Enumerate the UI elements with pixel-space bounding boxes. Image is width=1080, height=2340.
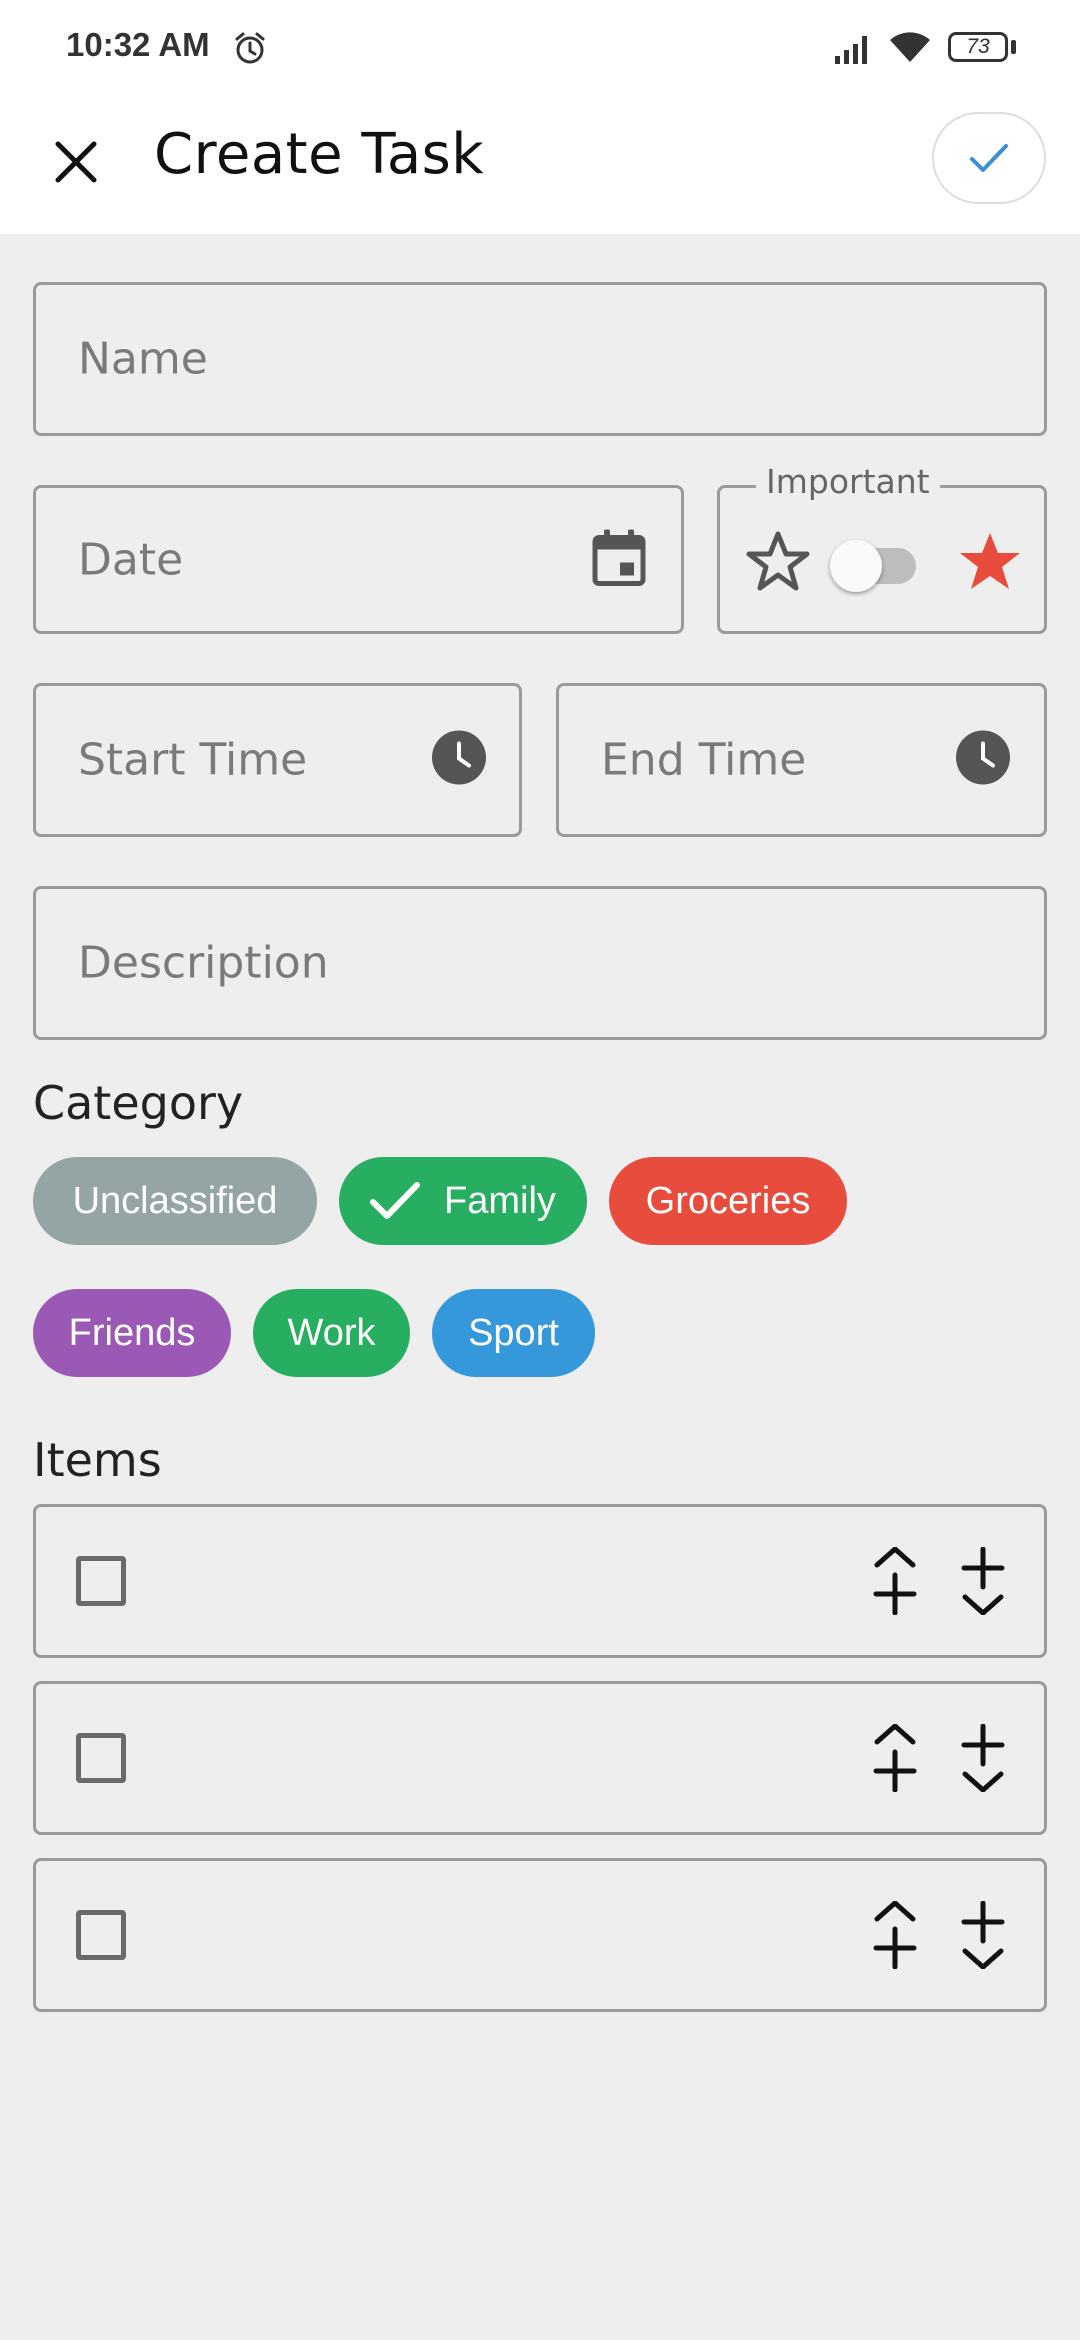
name-field[interactable]: Name	[33, 282, 1047, 436]
item-checkbox[interactable]	[76, 1733, 126, 1783]
star-outline-icon	[746, 530, 810, 597]
chip-unclassified[interactable]: Unclassified	[33, 1157, 317, 1245]
chip-label: Groceries	[645, 1179, 811, 1222]
start-time-field[interactable]: Start Time	[33, 683, 522, 837]
star-filled-icon	[958, 530, 1022, 597]
important-label: Important	[756, 462, 940, 501]
insert-below-icon[interactable]	[960, 1900, 1006, 1974]
important-field: Important	[717, 462, 1047, 634]
close-button[interactable]	[44, 130, 108, 194]
category-label: Category	[33, 1076, 244, 1130]
insert-below-icon[interactable]	[960, 1723, 1006, 1797]
items-label: Items	[33, 1433, 162, 1487]
chip-label: Work	[287, 1311, 376, 1354]
name-placeholder: Name	[78, 333, 208, 385]
chip-label: Friends	[68, 1311, 196, 1354]
app-bar: Create Task	[0, 100, 1080, 234]
close-icon	[55, 141, 97, 183]
signal-icon	[834, 32, 874, 69]
chip-groceries[interactable]: Groceries	[609, 1157, 847, 1245]
insert-above-icon[interactable]	[872, 1900, 918, 1974]
end-time-placeholder: End Time	[601, 734, 807, 786]
check-icon	[970, 144, 1008, 172]
start-time-placeholder: Start Time	[78, 734, 308, 786]
selected-check-icon	[370, 1181, 421, 1221]
description-field[interactable]: Description	[33, 886, 1047, 1040]
list-item	[33, 1504, 1047, 1658]
chip-sport[interactable]: Sport	[432, 1289, 595, 1377]
chip-label: Unclassified	[72, 1179, 278, 1222]
insert-above-icon[interactable]	[872, 1546, 918, 1620]
chip-family[interactable]: Family	[339, 1157, 587, 1245]
description-placeholder: Description	[78, 937, 329, 989]
wifi-icon	[888, 30, 932, 69]
status-time: 10:32 AM	[66, 26, 210, 63]
chip-friends[interactable]: Friends	[33, 1289, 231, 1377]
page-title: Create Task	[154, 122, 485, 187]
status-bar: 10:32 AM 73	[0, 0, 1080, 100]
battery-tip	[1011, 40, 1016, 54]
chip-label: Sport	[468, 1311, 559, 1354]
chip-label: Family	[444, 1179, 556, 1222]
clock-icon[interactable]	[955, 730, 1011, 791]
battery-indicator: 73	[948, 32, 1008, 62]
list-item	[33, 1681, 1047, 1835]
list-item	[33, 1858, 1047, 2012]
calendar-icon[interactable]	[592, 528, 646, 591]
item-checkbox[interactable]	[76, 1910, 126, 1960]
chip-work[interactable]: Work	[253, 1289, 410, 1377]
confirm-button[interactable]	[932, 112, 1046, 204]
insert-below-icon[interactable]	[960, 1546, 1006, 1620]
clock-icon[interactable]	[431, 730, 487, 791]
insert-above-icon[interactable]	[872, 1723, 918, 1797]
alarm-icon	[232, 30, 268, 71]
date-placeholder: Date	[78, 534, 184, 585]
date-field[interactable]: Date	[33, 485, 684, 634]
end-time-field[interactable]: End Time	[556, 683, 1047, 837]
item-checkbox[interactable]	[76, 1556, 126, 1606]
important-toggle-thumb[interactable]	[830, 540, 882, 592]
